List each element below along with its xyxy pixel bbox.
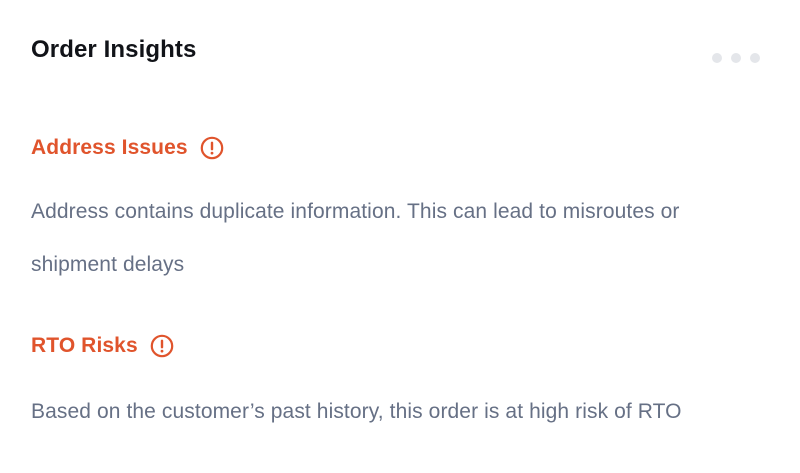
- rto-risks-description: Based on the customer’s past history, th…: [31, 400, 682, 423]
- more-dot-icon: [712, 53, 722, 63]
- alert-circle-icon: [200, 136, 224, 160]
- more-dot-icon: [750, 53, 760, 63]
- address-issues-title: Address Issues: [31, 136, 188, 159]
- card-title: Order Insights: [31, 36, 197, 63]
- rto-risks-title: RTO Risks: [31, 334, 138, 357]
- alert-circle-icon: [150, 334, 174, 358]
- order-insights-card: Order Insights Address Issues Address co…: [0, 0, 800, 473]
- address-issues-header: Address Issues: [31, 136, 224, 160]
- more-dot-icon: [731, 53, 741, 63]
- address-issues-description: Address contains duplicate information. …: [31, 200, 680, 276]
- rto-risks-header: RTO Risks: [31, 334, 174, 358]
- more-options-button[interactable]: [708, 48, 764, 68]
